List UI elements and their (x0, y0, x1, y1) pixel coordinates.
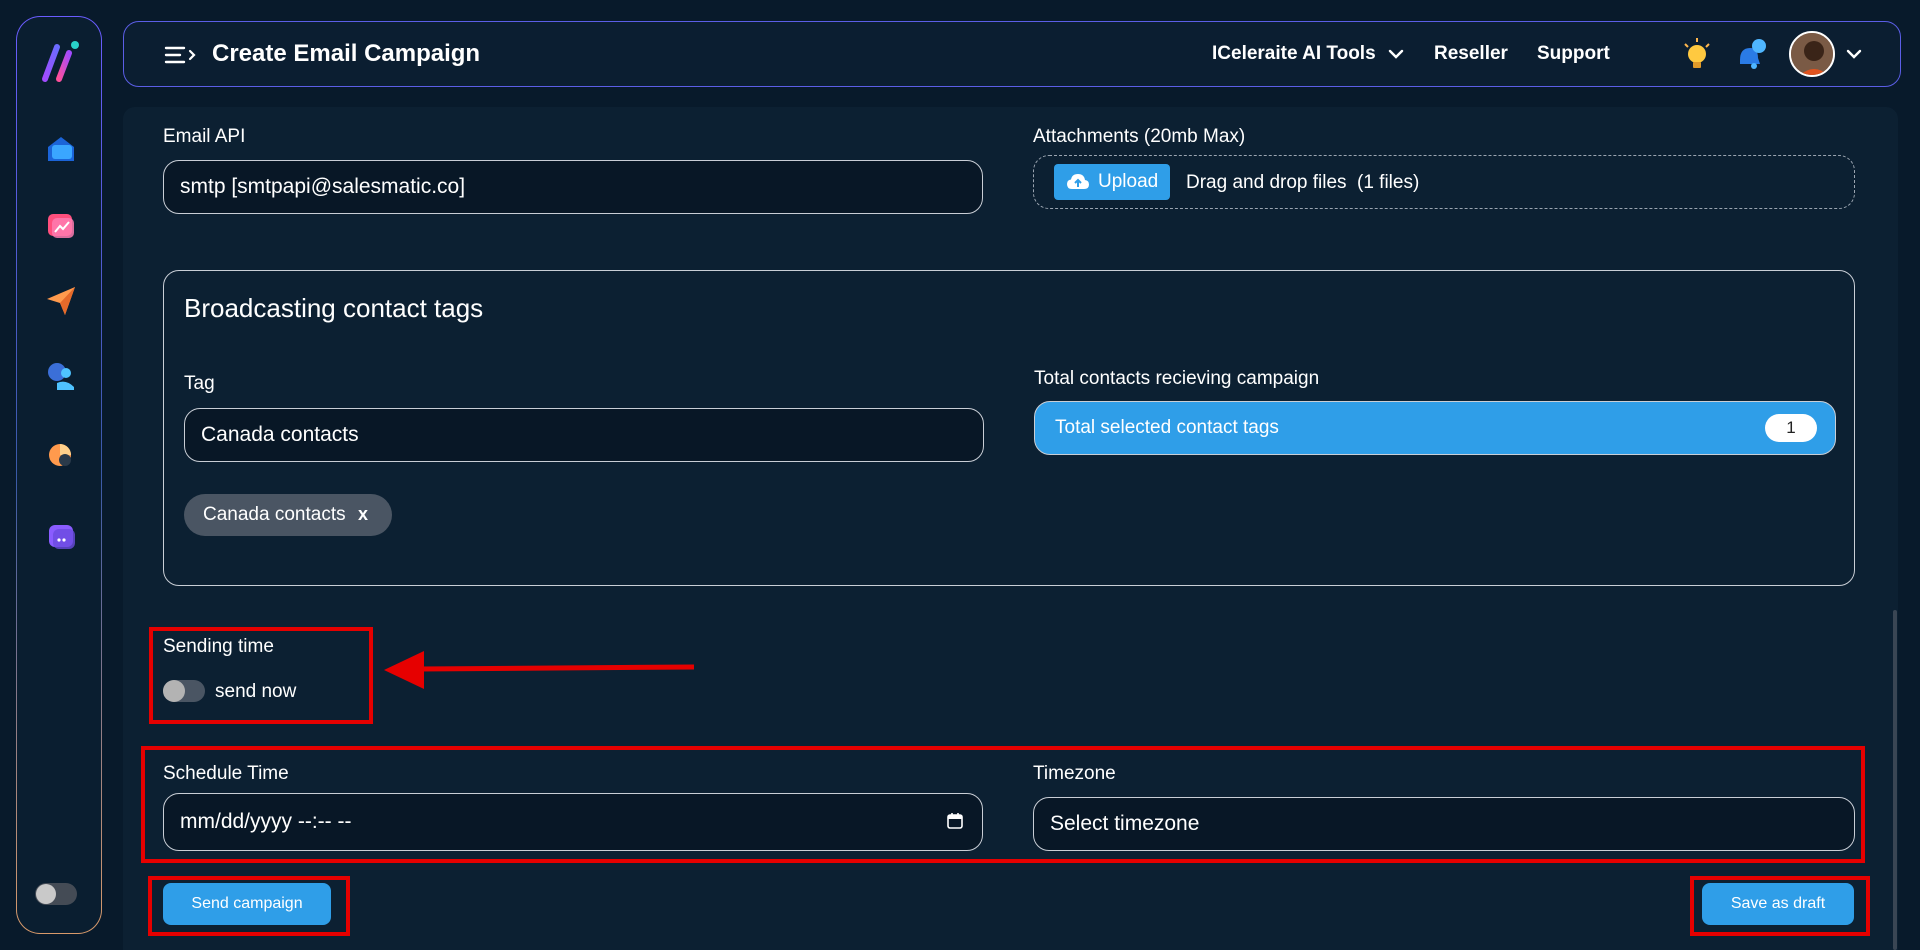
top-header: Create Email Campaign ICeleraite AI Tool… (123, 21, 1901, 87)
email-api-label: Email API (163, 126, 246, 147)
app-logo[interactable] (37, 35, 83, 85)
total-selected-tags-bar: Total selected contact tags 1 (1034, 401, 1836, 455)
tag-label: Tag (184, 373, 215, 394)
tag-chip: Canada contacts x (184, 494, 392, 536)
notifications-icon[interactable] (1734, 36, 1770, 72)
page-title: Create Email Campaign (212, 40, 481, 67)
avatar-image-icon (1791, 33, 1833, 75)
sidebar (16, 16, 102, 934)
contact-tags-card: Broadcasting contact tags Tag Canada con… (163, 270, 1855, 586)
home-icon[interactable] (43, 131, 79, 167)
profile-chevron-icon[interactable] (1846, 46, 1862, 62)
total-selected-tags-label: Total selected contact tags (1055, 417, 1279, 438)
nav-support[interactable]: Support (1537, 43, 1610, 65)
attachments-label: Attachments (20mb Max) (1033, 126, 1246, 147)
drop-files-text: Drag and drop files (1186, 172, 1347, 193)
chevron-down-icon[interactable] (1388, 46, 1404, 62)
menu-icon[interactable] (164, 44, 198, 66)
tags-card-title: Broadcasting contact tags (184, 293, 484, 323)
draft-button-highlight (1690, 876, 1870, 936)
send-button-highlight (148, 876, 350, 936)
files-count: (1 files) (1357, 172, 1420, 193)
total-count-badge: 1 (1765, 414, 1817, 442)
tag-input[interactable]: Canada contacts (184, 408, 984, 462)
remove-tag-button[interactable]: x (358, 504, 368, 525)
email-api-select[interactable]: smtp [smtpapi@salesmatic.co] (163, 160, 983, 214)
nav-reseller[interactable]: Reseller (1434, 43, 1508, 65)
contacts-icon[interactable] (43, 359, 79, 395)
cloud-upload-icon (1067, 174, 1089, 189)
theme-toggle[interactable] (35, 883, 77, 905)
scrollbar-thumb[interactable] (1893, 610, 1897, 950)
chart-icon[interactable] (43, 437, 79, 473)
email-api-value: smtp [smtpapi@salesmatic.co] (180, 175, 466, 198)
sending-time-highlight (149, 627, 373, 724)
user-avatar[interactable] (1789, 31, 1835, 77)
upload-button[interactable]: Upload (1054, 164, 1170, 200)
theme-toggle-knob (36, 884, 56, 904)
annotation-arrow-icon (384, 651, 695, 689)
nav-ai-tools[interactable]: ICeleraite AI Tools (1212, 43, 1376, 65)
attachments-dropzone[interactable]: Upload Drag and drop files (1 files) (1033, 155, 1855, 209)
chat-icon[interactable] (43, 519, 79, 555)
schedule-highlight (141, 746, 1865, 863)
analytics-icon[interactable] (43, 207, 79, 243)
lightbulb-icon[interactable] (1679, 36, 1715, 72)
tag-input-value: Canada contacts (201, 423, 359, 446)
send-icon[interactable] (43, 283, 79, 319)
total-contacts-label: Total contacts recieving campaign (1034, 368, 1320, 389)
upload-button-label: Upload (1098, 171, 1159, 192)
tag-chip-label: Canada contacts (203, 504, 346, 525)
